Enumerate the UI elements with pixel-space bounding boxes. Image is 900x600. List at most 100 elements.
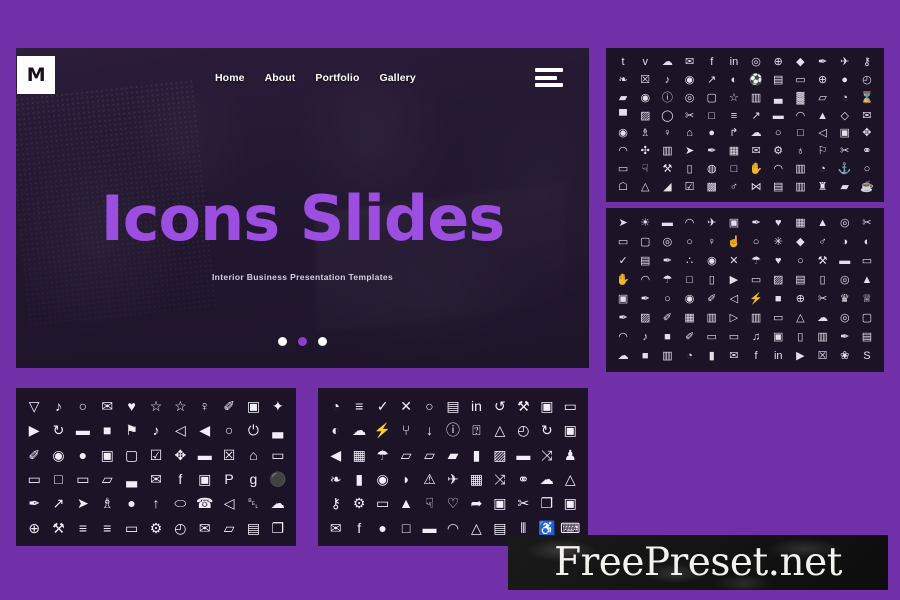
spray-icon[interactable]: ✒ bbox=[751, 218, 760, 229]
note-edit-icon[interactable]: ☑ bbox=[685, 181, 695, 193]
camera-2-icon[interactable]: ◎ bbox=[840, 313, 850, 324]
search-icon[interactable]: ○ bbox=[425, 399, 433, 413]
camera-box-icon[interactable]: ▣ bbox=[773, 332, 783, 343]
battery-icon[interactable]: ▯ bbox=[709, 275, 715, 286]
question-circle-icon[interactable]: ⍰ bbox=[472, 423, 480, 437]
paperclip-icon[interactable]: ✐ bbox=[223, 399, 235, 413]
capsule-icon[interactable]: ▭ bbox=[862, 256, 872, 267]
hamburger-menu-icon[interactable] bbox=[535, 68, 563, 87]
gear-globe-icon[interactable]: ⚙ bbox=[773, 146, 783, 157]
unlock-icon[interactable]: □ bbox=[402, 521, 410, 535]
umbrella-icon[interactable]: ☂ bbox=[751, 256, 761, 267]
info-circle-icon[interactable]: ⓘ bbox=[662, 92, 673, 104]
puzzle-icon[interactable]: ✥ bbox=[862, 128, 871, 139]
calculator-icon[interactable]: ▦ bbox=[795, 218, 805, 229]
user-gear-icon[interactable]: ♁ bbox=[796, 146, 804, 157]
github-icon[interactable]: ● bbox=[378, 521, 386, 535]
rss-square-icon[interactable]: ▣ bbox=[540, 399, 553, 413]
presentation-icon[interactable]: ▥ bbox=[662, 146, 672, 157]
car-icon[interactable]: ▭ bbox=[751, 275, 761, 286]
pinterest-icon[interactable]: P bbox=[224, 472, 233, 486]
monitor-2-icon[interactable]: ▢ bbox=[862, 313, 872, 324]
hat-icon[interactable]: ◠ bbox=[773, 163, 783, 175]
flickr-icon[interactable]: ⚫ bbox=[269, 472, 286, 486]
cloud-comment-icon[interactable]: ☁ bbox=[352, 423, 366, 437]
briefcase-2-icon[interactable]: ▬ bbox=[839, 256, 850, 267]
power-icon[interactable]: ⏻ bbox=[248, 423, 259, 437]
folder-open-icon[interactable]: ▱ bbox=[102, 472, 113, 486]
eye-icon[interactable]: ◉ bbox=[707, 256, 717, 267]
wheelchair-icon[interactable]: ♿ bbox=[538, 521, 555, 535]
linkedin-icon[interactable]: in bbox=[774, 351, 783, 362]
clock-icon[interactable]: ◴ bbox=[862, 75, 872, 86]
list-icon[interactable]: ≡ bbox=[79, 521, 87, 535]
speech-bubble-icon[interactable]: ◯ bbox=[661, 110, 673, 122]
globe-grid-icon[interactable]: ⊕ bbox=[818, 75, 827, 86]
eye-slash-icon[interactable]: ◗ bbox=[402, 472, 410, 486]
droplet-icon[interactable]: ● bbox=[79, 448, 87, 462]
calendar-icon[interactable]: ▦ bbox=[470, 472, 483, 486]
watch-icon[interactable]: ○ bbox=[753, 237, 760, 248]
eye-2-icon[interactable]: ◉ bbox=[685, 294, 695, 305]
compass-icon[interactable]: ◎ bbox=[840, 218, 850, 229]
thumbtack-icon[interactable]: ✒ bbox=[28, 496, 40, 510]
envelope-2-icon[interactable]: ✉ bbox=[199, 521, 211, 535]
shopping-cart-icon[interactable]: □ bbox=[54, 472, 62, 486]
graduation-cap-icon[interactable]: ◠ bbox=[685, 218, 695, 229]
mouse-icon[interactable]: ● bbox=[841, 75, 848, 86]
lock-2-icon[interactable]: ■ bbox=[642, 351, 649, 362]
trash-icon[interactable]: ☒ bbox=[818, 351, 828, 362]
nav-item-about[interactable]: About bbox=[265, 72, 296, 84]
close-icon[interactable]: ✕ bbox=[400, 399, 412, 413]
heart-outline-icon[interactable]: ♡ bbox=[447, 496, 460, 510]
sliders-icon[interactable]: ⦀ bbox=[520, 521, 526, 535]
download-icon[interactable]: ↓ bbox=[426, 423, 433, 437]
rings-icon[interactable]: ⚭ bbox=[862, 146, 871, 157]
clock-circle-icon[interactable]: ◴ bbox=[517, 423, 529, 437]
microphone-icon[interactable]: ▮ bbox=[709, 351, 715, 362]
headphones-icon[interactable]: ♪ bbox=[152, 423, 159, 437]
map-pin-icon[interactable]: ◎ bbox=[663, 237, 673, 248]
mail-icon[interactable]: ✉ bbox=[751, 146, 760, 157]
diamond-icon[interactable]: ◆ bbox=[796, 237, 804, 248]
github-icon[interactable]: ● bbox=[127, 496, 135, 510]
fire-icon[interactable]: ▲ bbox=[817, 218, 828, 229]
flame-icon[interactable]: ▲ bbox=[861, 275, 872, 286]
wifi-icon[interactable]: ◠ bbox=[796, 110, 806, 122]
megaphone-icon[interactable]: ◁ bbox=[730, 294, 738, 305]
cd-icon[interactable]: ◍ bbox=[707, 163, 717, 175]
move-icon[interactable]: ✥ bbox=[174, 448, 186, 462]
foot-icon[interactable]: ❧ bbox=[618, 75, 627, 86]
heart-icon[interactable]: ♥ bbox=[127, 399, 135, 413]
signal-bars-icon[interactable]: ▃ bbox=[774, 92, 782, 104]
google-plus-icon[interactable]: g bbox=[250, 472, 258, 486]
soccer-ball-icon[interactable]: ⚽ bbox=[749, 75, 763, 86]
lightbulb-icon[interactable]: ○ bbox=[686, 237, 693, 248]
carousel-dot-2[interactable] bbox=[298, 337, 307, 346]
pencil-icon[interactable]: ✐ bbox=[28, 448, 40, 462]
flask-icon[interactable]: △ bbox=[565, 472, 576, 486]
balloon-icon[interactable]: ○ bbox=[797, 256, 804, 267]
music-icon[interactable]: ♫ bbox=[752, 332, 760, 343]
megaphone-icon[interactable]: ◁ bbox=[224, 496, 235, 510]
shuffle-icon[interactable]: ⤨ bbox=[541, 448, 552, 462]
video-box-icon[interactable]: ▭ bbox=[773, 313, 783, 324]
skype-icon[interactable]: S bbox=[863, 351, 870, 362]
satellite-icon[interactable]: △ bbox=[641, 181, 649, 193]
bolt-icon[interactable]: ⚡ bbox=[374, 423, 391, 437]
pie-chart-icon[interactable]: ◔ bbox=[331, 399, 339, 413]
credit-card-icon[interactable]: ▬ bbox=[76, 423, 90, 437]
map-marker-icon[interactable]: ◉ bbox=[52, 448, 64, 462]
instagram-icon[interactable]: ▣ bbox=[198, 472, 211, 486]
inbox-2-icon[interactable]: △ bbox=[471, 521, 482, 535]
truck-icon[interactable]: ▭ bbox=[618, 163, 628, 175]
thumbs-up-icon[interactable]: ☝ bbox=[727, 237, 741, 248]
check-square-icon[interactable]: ☑ bbox=[150, 448, 163, 462]
image-icon[interactable]: ▨ bbox=[493, 448, 506, 462]
webcam-icon[interactable]: ◉ bbox=[685, 75, 695, 86]
rocket-icon[interactable]: ↗ bbox=[707, 75, 716, 86]
tags-icon[interactable]: ▱ bbox=[424, 448, 435, 462]
edit-square-icon[interactable]: ▣ bbox=[101, 448, 114, 462]
facebook-icon[interactable]: f bbox=[178, 472, 182, 486]
palette-icon[interactable]: ◔ bbox=[841, 92, 848, 104]
